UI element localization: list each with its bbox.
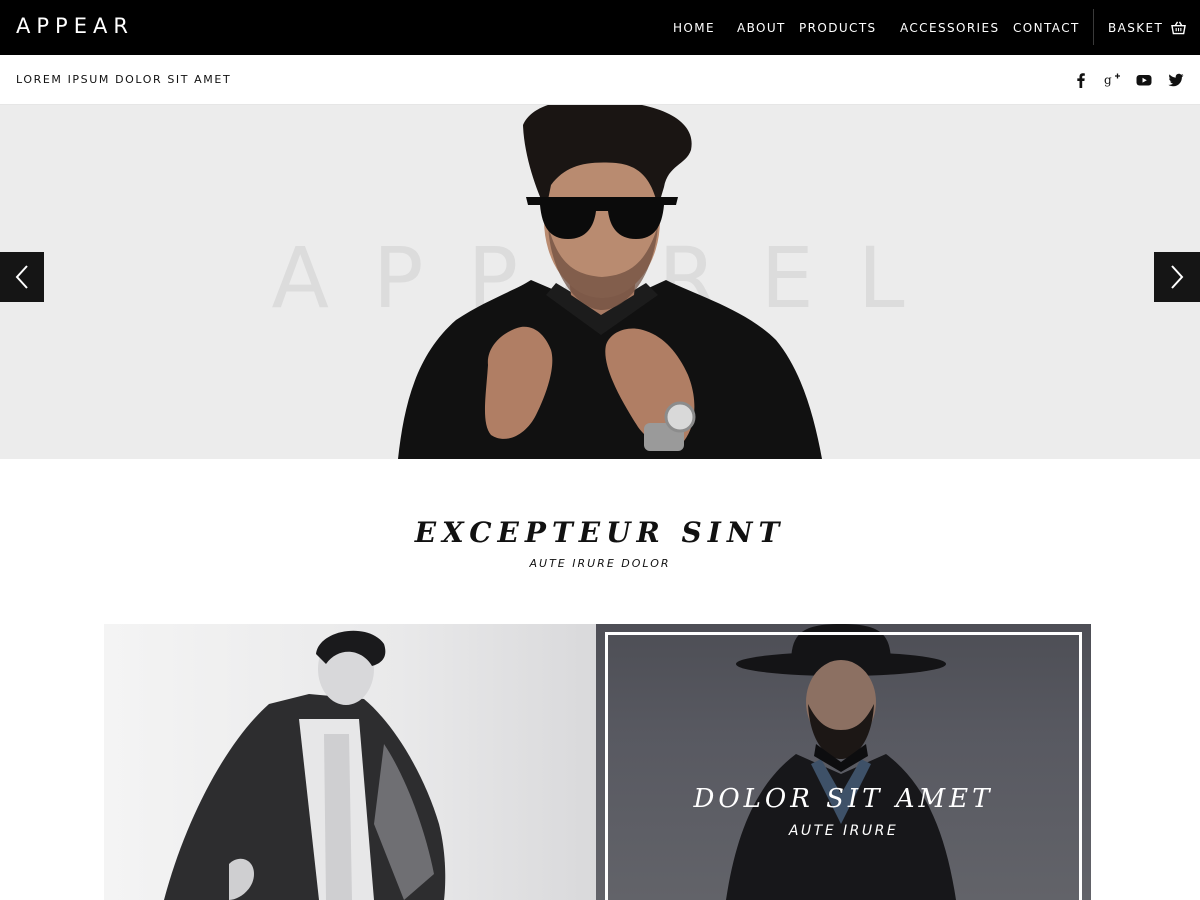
sub-header-bar: LOREM IPSUM DOLOR SIT AMET g [0, 55, 1200, 105]
model-photo-left [164, 630, 446, 900]
svg-text:g: g [1104, 73, 1112, 87]
feature-card-left[interactable] [104, 624, 596, 900]
slider-prev-button[interactable] [0, 252, 44, 302]
card-frame-border [605, 632, 1082, 900]
twitter-icon[interactable] [1167, 72, 1185, 88]
hero-slider: APPAREL [0, 105, 1200, 459]
hero-model-image [398, 105, 822, 459]
card-subtitle: AUTE IRURE [788, 823, 899, 839]
basket-button[interactable]: BASKET [1108, 21, 1187, 35]
chevron-left-icon [15, 265, 28, 289]
chevron-right-icon [1171, 265, 1184, 289]
facebook-icon[interactable] [1072, 72, 1090, 88]
card-title: DOLOR SIT AMET [693, 784, 994, 814]
nav-item-accessories[interactable]: ACCESSORIES [900, 21, 1000, 35]
nav-item-home[interactable]: HOME [673, 21, 715, 35]
top-navigation-bar: APPEAR HOME ABOUT PRODUCTS ACCESSORIES C… [0, 0, 1200, 55]
youtube-icon[interactable] [1135, 72, 1153, 88]
nav-item-products[interactable]: PRODUCTS [799, 21, 877, 35]
nav-item-contact[interactable]: CONTACT [1013, 21, 1080, 35]
nav-item-about[interactable]: ABOUT [737, 21, 786, 35]
section-title: EXCEPTEUR SINT [414, 516, 786, 549]
slider-next-button[interactable] [1154, 252, 1200, 302]
feature-card-right[interactable]: DOLOR SIT AMET AUTE IRURE [596, 624, 1091, 900]
basket-icon [1171, 21, 1187, 35]
tagline: LOREM IPSUM DOLOR SIT AMET [16, 73, 232, 86]
nav-divider [1093, 9, 1094, 45]
google-plus-icon[interactable]: g [1103, 72, 1121, 88]
basket-label: BASKET [1108, 21, 1164, 35]
site-logo[interactable]: APPEAR [16, 14, 134, 38]
section-subtitle: AUTE IRURE DOLOR [529, 557, 671, 570]
